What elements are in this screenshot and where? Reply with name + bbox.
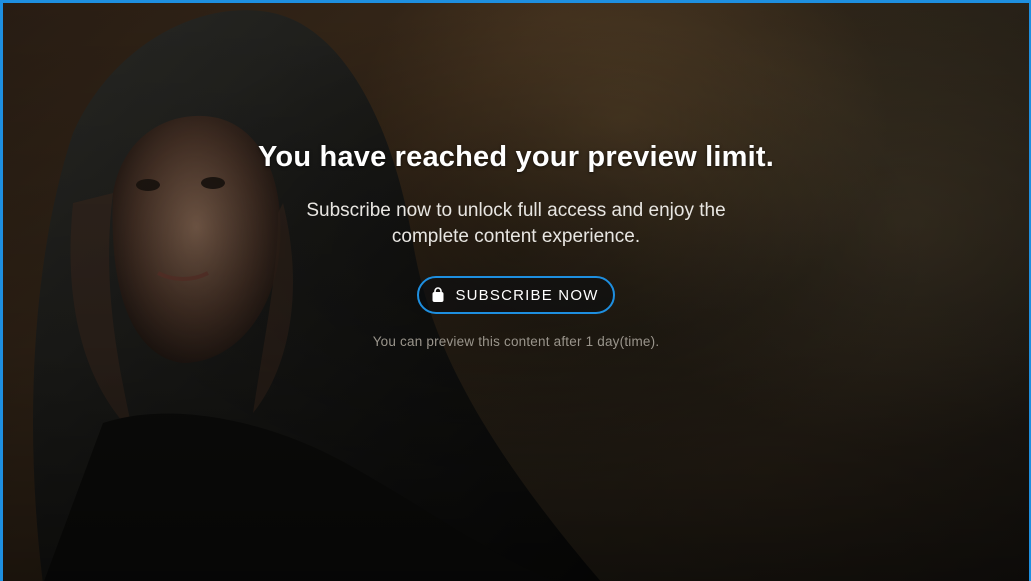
preview-limit-panel: You have reached your preview limit. Sub… [3,141,1029,349]
subtitle-text: Subscribe now to unlock full access and … [306,200,726,247]
shopping-bag-icon [432,287,444,302]
subscribe-now-button[interactable]: SUBSCRIBE NOW [417,276,615,314]
page-title: You have reached your preview limit. [258,141,774,173]
subscribe-button-label: SUBSCRIBE NOW [455,286,599,304]
preview-note: You can preview this content after 1 day… [372,334,660,349]
preview-limit-screen: You have reached your preview limit. Sub… [0,0,1031,581]
